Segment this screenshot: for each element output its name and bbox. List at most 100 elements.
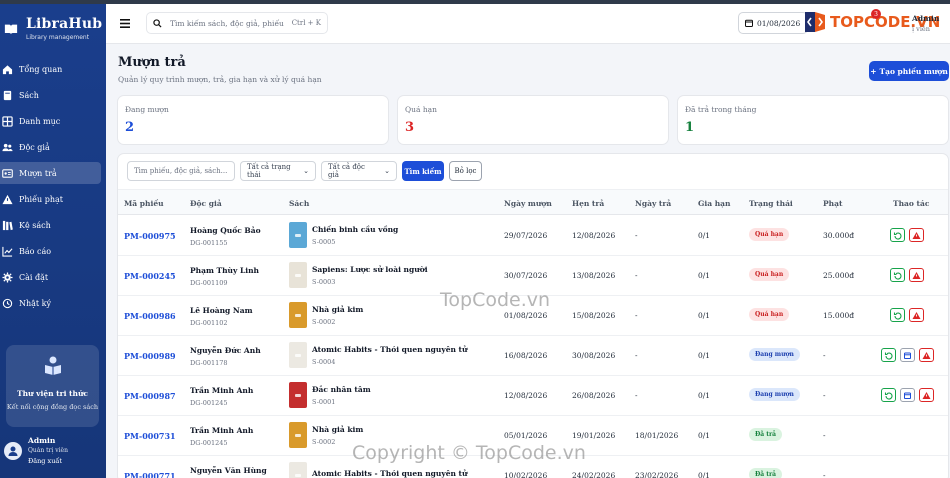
book-cell: Atomic Habits - Thói quen nguyên tử xyxy=(289,462,467,478)
row-actions xyxy=(890,228,924,242)
sidebar-item-7[interactable]: Kệ sách xyxy=(0,214,101,236)
reader-select[interactable]: Tất cả độc giả ⌄ xyxy=(321,161,397,181)
table-row[interactable]: PM-000989 Nguyễn Đức Anh DG-001178 Atomic H… xyxy=(118,336,948,376)
fine-button[interactable] xyxy=(909,308,924,322)
status-cell: Quá hạn xyxy=(749,268,790,281)
sidebar-item-6[interactable]: Phiếu phạt xyxy=(0,188,101,210)
sidebar-item-5[interactable]: Mượn trả xyxy=(0,162,101,184)
clear-filter-button[interactable]: Bỏ lọc xyxy=(449,161,482,181)
renew-count: 0/1 xyxy=(698,231,711,240)
table-row[interactable]: PM-000986 Lê Hoàng Nam DG-001102 Nhà giả ki… xyxy=(118,296,948,336)
sidebar-item-label: Danh mục xyxy=(19,116,61,126)
book-title: Nhà giả kim xyxy=(312,304,364,314)
sidebar-item-3[interactable]: Danh mục xyxy=(0,110,101,132)
table-row[interactable]: PM-000771 Nguyễn Văn Hùng Atomic Habits - … xyxy=(118,456,948,478)
notification-badge[interactable]: 3 xyxy=(871,9,881,19)
book-id: S-0001 xyxy=(312,397,336,406)
sidebar-item-2[interactable]: Sách xyxy=(0,84,101,106)
loans-table-card: Tìm phiếu, độc giả, sách... Tất cả trạng… xyxy=(117,153,949,478)
loan-code-link[interactable]: PM-000987 xyxy=(124,391,176,401)
return-date: - xyxy=(635,311,638,320)
renew-count: 0/1 xyxy=(698,311,711,320)
user-icon xyxy=(8,446,18,456)
warning-icon xyxy=(922,391,931,399)
promo-title: Thư viện tri thức xyxy=(17,389,88,398)
sidebar-item-10[interactable]: Nhật ký xyxy=(0,292,101,314)
header-user[interactable]: Admin ị viên xyxy=(912,14,939,33)
sidebar-item-9[interactable]: Cài đặt xyxy=(0,266,101,288)
search-shortcut: Ctrl + K xyxy=(291,19,321,27)
status-badge: Đang mượn xyxy=(749,388,800,401)
sidebar-item-8[interactable]: Báo cáo xyxy=(0,240,101,262)
status-select[interactable]: Tất cả trạng thái ⌄ xyxy=(240,161,316,181)
reader-id: DG-001109 xyxy=(190,279,228,287)
return-date: - xyxy=(635,391,638,400)
status-cell: Đã trả xyxy=(749,428,783,441)
logout-link[interactable]: Đăng xuất xyxy=(28,457,68,465)
sidebar-nav: Tổng quan Sách Danh mục Độc giả Mượn trả Phiế… xyxy=(0,58,106,318)
reader-id: DG-001155 xyxy=(190,239,228,247)
sidebar-item-label: Độc giả xyxy=(19,142,50,152)
chart-icon xyxy=(2,246,13,257)
sidebar-item-label: Tổng quan xyxy=(19,64,63,74)
book-cell: Đắc nhân tâm S-0001 xyxy=(289,382,371,408)
row-actions xyxy=(881,388,934,402)
return-button[interactable] xyxy=(890,268,905,282)
sidebar-user: Admin Quản trị viên Đăng xuất xyxy=(4,436,68,465)
return-button[interactable] xyxy=(881,348,896,362)
sidebar-item-1[interactable]: Tổng quan xyxy=(0,58,101,80)
loan-code-link[interactable]: PM-000245 xyxy=(124,271,176,281)
loan-code-link[interactable]: PM-000986 xyxy=(124,311,176,321)
table-row[interactable]: PM-000731 Trần Minh Anh DG-001245 Nhà giả k… xyxy=(118,416,948,456)
renew-button[interactable] xyxy=(900,388,915,402)
renew-count: 0/1 xyxy=(698,351,711,360)
create-loan-button[interactable]: + Tạo phiếu mượn xyxy=(869,61,949,81)
sidebar-item-label: Cài đặt xyxy=(19,272,49,282)
table-row[interactable]: PM-000987 Trần Minh Anh DG-001245 Đắc nhân … xyxy=(118,376,948,416)
app-name: LibraHub xyxy=(26,16,103,32)
date-picker[interactable]: 01/08/2026 xyxy=(738,12,808,34)
filter-search-button[interactable]: Tìm kiếm xyxy=(402,161,444,181)
calendar-icon xyxy=(904,352,911,359)
reader-cell: Phạm Thùy Linh DG-001109 xyxy=(190,266,259,287)
return-button[interactable] xyxy=(890,308,905,322)
book-title: Sapiens: Lược sử loài người xyxy=(312,264,428,274)
fine-button[interactable] xyxy=(909,228,924,242)
fine-amount: - xyxy=(823,391,826,400)
fine-button[interactable] xyxy=(909,268,924,282)
loan-code-link[interactable]: PM-000771 xyxy=(124,471,176,478)
sidebar-item-4[interactable]: Độc giả xyxy=(0,136,101,158)
filter-search-input[interactable]: Tìm phiếu, độc giả, sách... xyxy=(127,161,235,181)
reader-cell: Hoàng Quốc Bảo DG-001155 xyxy=(190,226,261,247)
table-row[interactable]: PM-000245 Phạm Thùy Linh DG-001109 Sapiens:… xyxy=(118,256,948,296)
column-header: Sách xyxy=(289,199,310,208)
book-cover-image xyxy=(289,222,307,248)
loan-code-link[interactable]: PM-000975 xyxy=(124,231,176,241)
fine-button[interactable] xyxy=(919,348,934,362)
status-cell: Đang mượn xyxy=(749,388,800,401)
reader-name: Trần Minh Anh xyxy=(190,426,254,435)
return-button[interactable] xyxy=(881,388,896,402)
loan-code-link[interactable]: PM-000989 xyxy=(124,351,176,361)
book-id: S-0002 xyxy=(312,317,336,326)
reader-cell: Lê Hoàng Nam DG-001102 xyxy=(190,306,253,327)
status-badge: Đã trả xyxy=(749,468,783,478)
stat-card-overdue: Quá hạn 3 xyxy=(397,95,669,145)
stat-value: 2 xyxy=(125,120,135,135)
renew-button[interactable] xyxy=(900,348,915,362)
global-search-input[interactable]: Tìm kiếm sách, độc giả, phiếu mư Ctrl + … xyxy=(146,12,328,34)
table-row[interactable]: PM-000975 Hoàng Quốc Bảo DG-001155 Chiến bi… xyxy=(118,216,948,256)
borrow-date: 29/07/2026 xyxy=(504,231,548,240)
page-title: Mượn trả xyxy=(118,55,186,70)
stat-label: Đang mượn xyxy=(125,105,169,114)
fine-button[interactable] xyxy=(919,388,934,402)
renew-count: 0/1 xyxy=(698,471,711,478)
column-header: Phạt xyxy=(823,199,843,208)
sidebar-item-label: Kệ sách xyxy=(19,220,51,230)
menu-toggle-button[interactable] xyxy=(118,16,132,30)
renew-count: 0/1 xyxy=(698,431,711,440)
loan-code-link[interactable]: PM-000731 xyxy=(124,431,176,441)
return-button[interactable] xyxy=(890,228,905,242)
status-cell: Quá hạn xyxy=(749,308,790,321)
row-actions xyxy=(881,348,934,362)
